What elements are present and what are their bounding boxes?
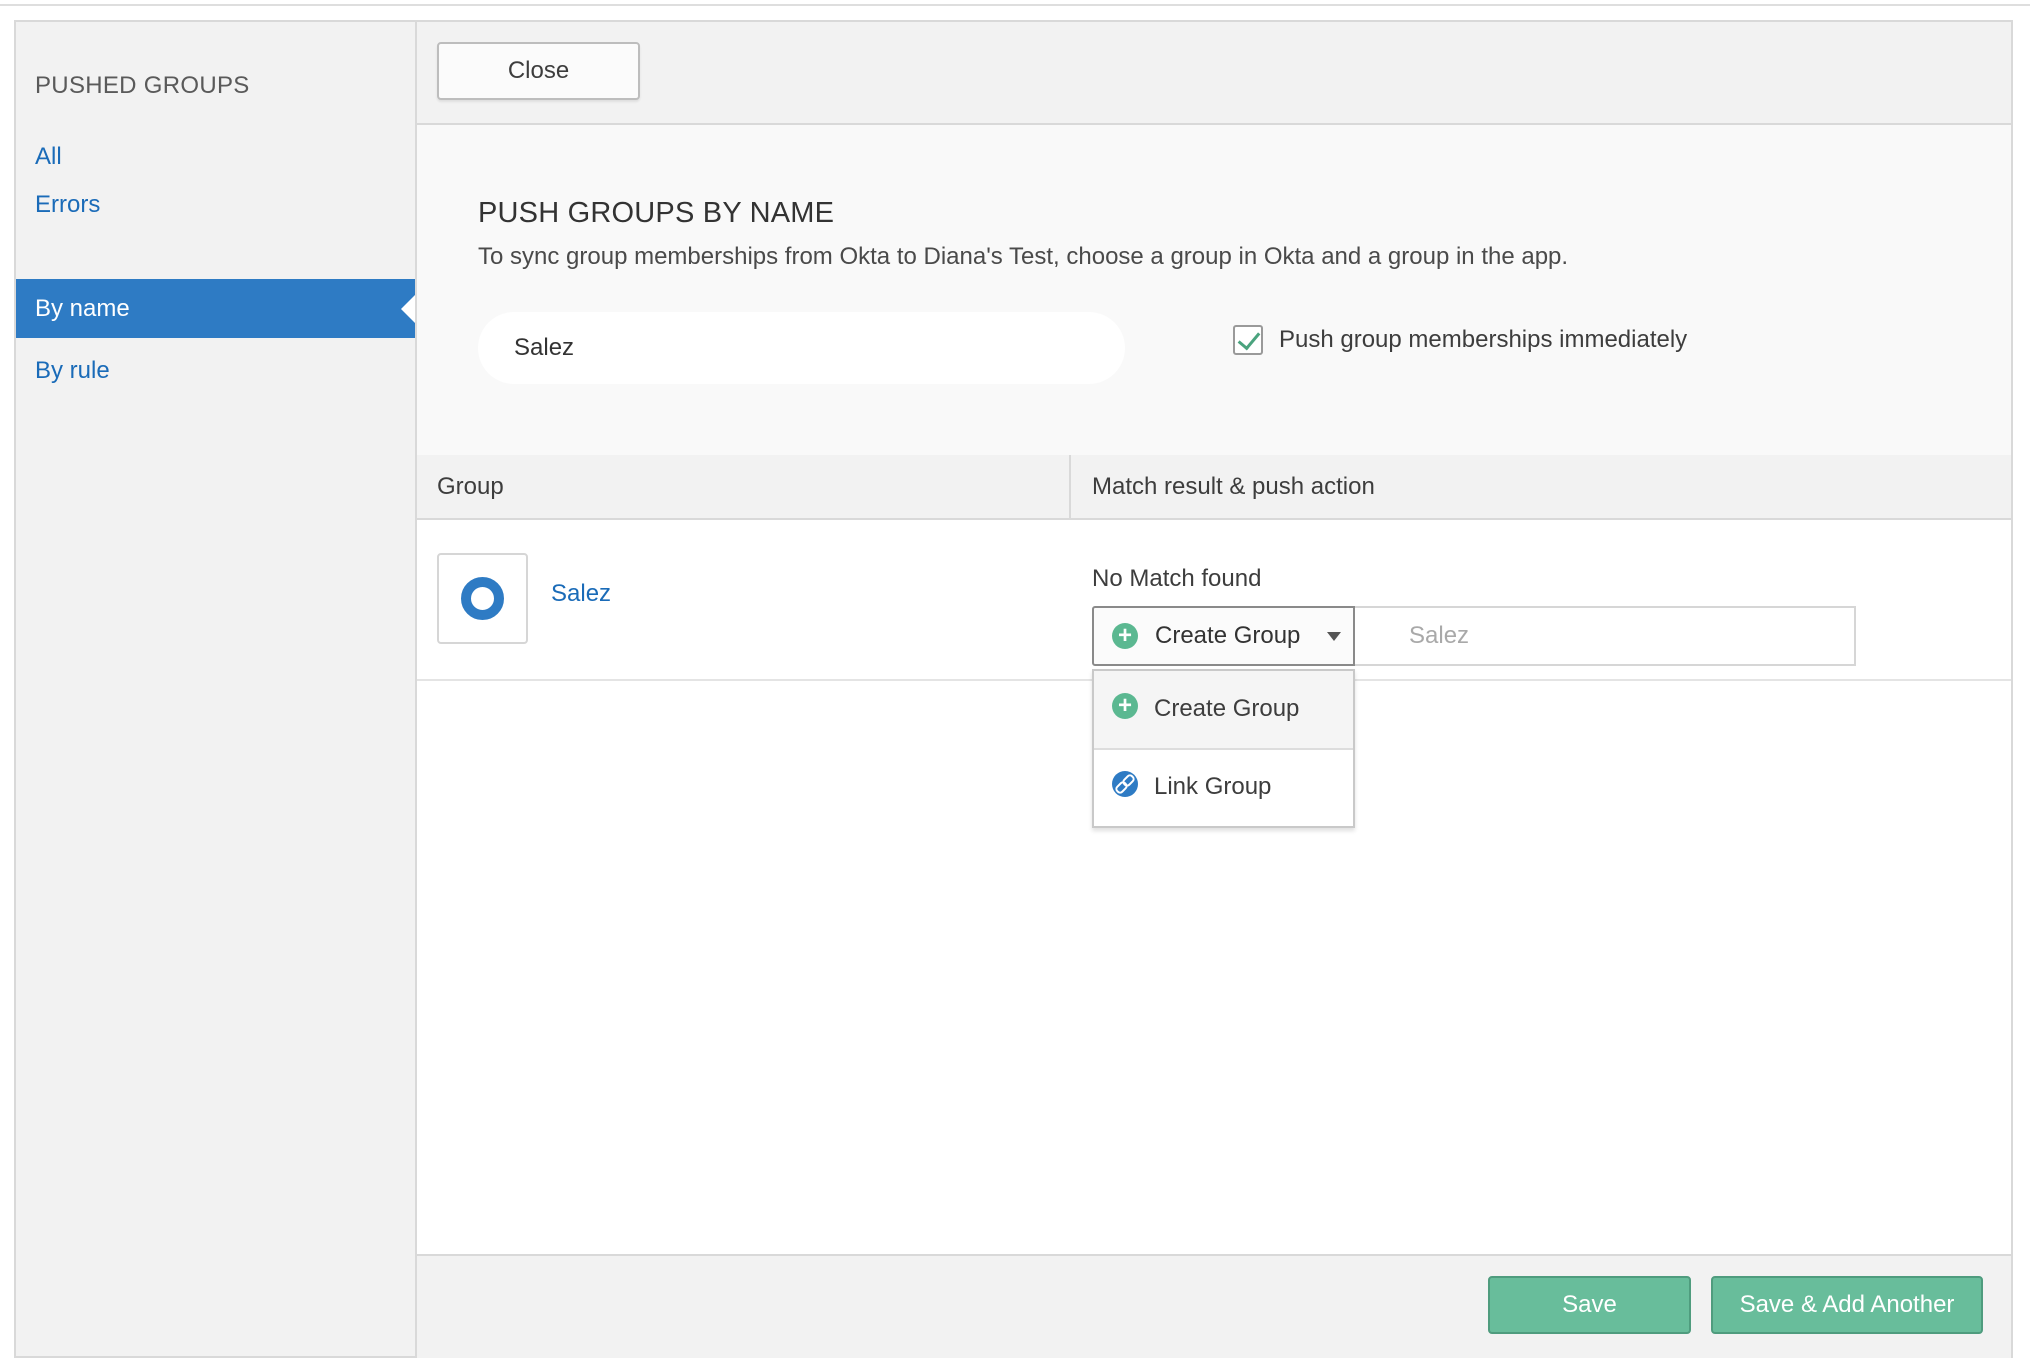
save-and-add-another-button[interactable]: Save & Add Another [1711,1276,1983,1334]
sidebar-item-by-name[interactable]: By name [16,279,416,338]
plus-circle-icon: + [1112,693,1138,719]
push-groups-modal: PUSHED GROUPS All Errors By name By rule… [14,20,2013,1358]
link-icon [1112,771,1138,797]
menu-item-label: Link Group [1154,773,1272,800]
modal-toolbar: Close [417,22,2011,125]
push-immediately-checkbox[interactable] [1233,325,1263,355]
sidebar: PUSHED GROUPS All Errors By name By rule [16,22,416,1356]
plus-circle-icon: + [1112,623,1138,649]
sidebar-title: PUSHED GROUPS [35,72,250,99]
table-row: Salez No Match found + Create Group [417,520,2011,681]
menu-item-create-group[interactable]: + Create Group [1094,671,1353,750]
column-header-match-result: Match result & push action [1092,473,1375,500]
group-avatar [437,553,528,644]
panel-title: PUSH GROUPS BY NAME [478,197,835,229]
close-button[interactable]: Close [437,42,640,100]
push-action-selected-label: Create Group [1155,622,1301,649]
save-button[interactable]: Save [1488,1276,1691,1334]
group-ring-icon [461,577,504,620]
push-immediately-option[interactable]: Push group memberships immediately [1233,325,1687,355]
target-group-name-input[interactable] [1355,606,1856,666]
top-divider [0,4,2030,6]
group-search-input[interactable] [478,312,1125,384]
menu-item-label: Create Group [1154,695,1300,722]
sidebar-item-by-rule[interactable]: By rule [16,341,415,400]
push-action-select[interactable]: + Create Group [1092,606,1355,666]
table-header: Group Match result & push action [417,455,2011,520]
menu-item-link-group[interactable]: Link Group [1094,749,1353,826]
main-panel: Close PUSH GROUPS BY NAME To sync group … [417,22,2011,1358]
chevron-down-icon [1327,632,1341,641]
group-name-link[interactable]: Salez [551,580,611,608]
panel-description: To sync group memberships from Okta to D… [478,243,1569,270]
push-by-name-panel: PUSH GROUPS BY NAME To sync group member… [417,125,2011,457]
column-header-group: Group [437,473,504,500]
push-action-dropdown-menu: + Create Group Link Group [1092,669,1355,828]
match-result-text: No Match found [1092,565,1262,592]
sidebar-item-errors[interactable]: Errors [16,175,415,234]
modal-footer: Save Save & Add Another [417,1254,2011,1358]
push-immediately-label: Push group memberships immediately [1279,326,1688,353]
column-divider [1069,455,1071,518]
